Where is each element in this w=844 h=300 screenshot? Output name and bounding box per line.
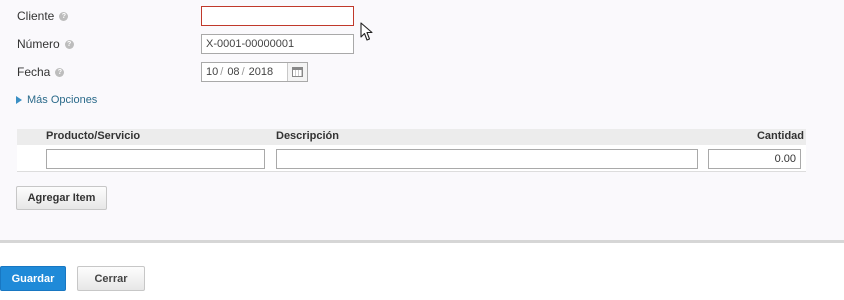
more-options-label: Más Opciones — [27, 94, 98, 106]
numero-label-row: Número ? — [17, 34, 74, 54]
fecha-separator: / — [241, 66, 245, 78]
fecha-label: Fecha — [17, 65, 51, 79]
descripcion-input[interactable] — [276, 149, 698, 169]
table-row: 0.00 — [17, 145, 806, 172]
producto-input[interactable] — [46, 149, 265, 169]
fecha-separator: / — [220, 66, 224, 78]
save-button[interactable]: Guardar — [0, 266, 66, 291]
fecha-month[interactable]: 08 — [227, 66, 239, 78]
cliente-label: Cliente — [17, 9, 55, 23]
calendar-icon — [292, 67, 303, 77]
question-circle-icon: ? — [59, 11, 69, 21]
fecha-field[interactable]: 10 / 08 / 2018 — [201, 62, 308, 82]
fecha-year[interactable]: 2018 — [249, 66, 273, 78]
cliente-label-row: Cliente ? — [17, 6, 69, 26]
col-header-producto: Producto/Servicio — [46, 130, 141, 142]
mouse-pointer-icon — [360, 22, 373, 41]
cantidad-input[interactable]: 0.00 — [708, 149, 801, 169]
col-header-descripcion: Descripción — [276, 130, 339, 142]
question-circle-icon: ? — [64, 39, 74, 49]
cliente-field[interactable] — [201, 6, 354, 26]
items-table-header: Producto/Servicio Descripción Cantidad — [17, 129, 806, 145]
question-circle-icon: ? — [55, 67, 65, 77]
fecha-day[interactable]: 10 — [206, 66, 218, 78]
col-header-cantidad: Cantidad — [756, 130, 804, 142]
triangle-right-icon — [16, 96, 22, 104]
footer-divider — [0, 240, 844, 243]
form-panel: Cliente ? Número ? X-0001-00000001 Fecha… — [0, 0, 844, 240]
more-options-link[interactable]: Más Opciones — [16, 94, 97, 106]
fecha-label-row: Fecha ? — [17, 62, 65, 82]
numero-field[interactable]: X-0001-00000001 — [201, 34, 354, 54]
close-button[interactable]: Cerrar — [77, 266, 145, 291]
calendar-button[interactable] — [287, 63, 307, 81]
numero-label: Número — [17, 37, 60, 51]
add-item-button[interactable]: Agregar Item — [16, 186, 107, 210]
